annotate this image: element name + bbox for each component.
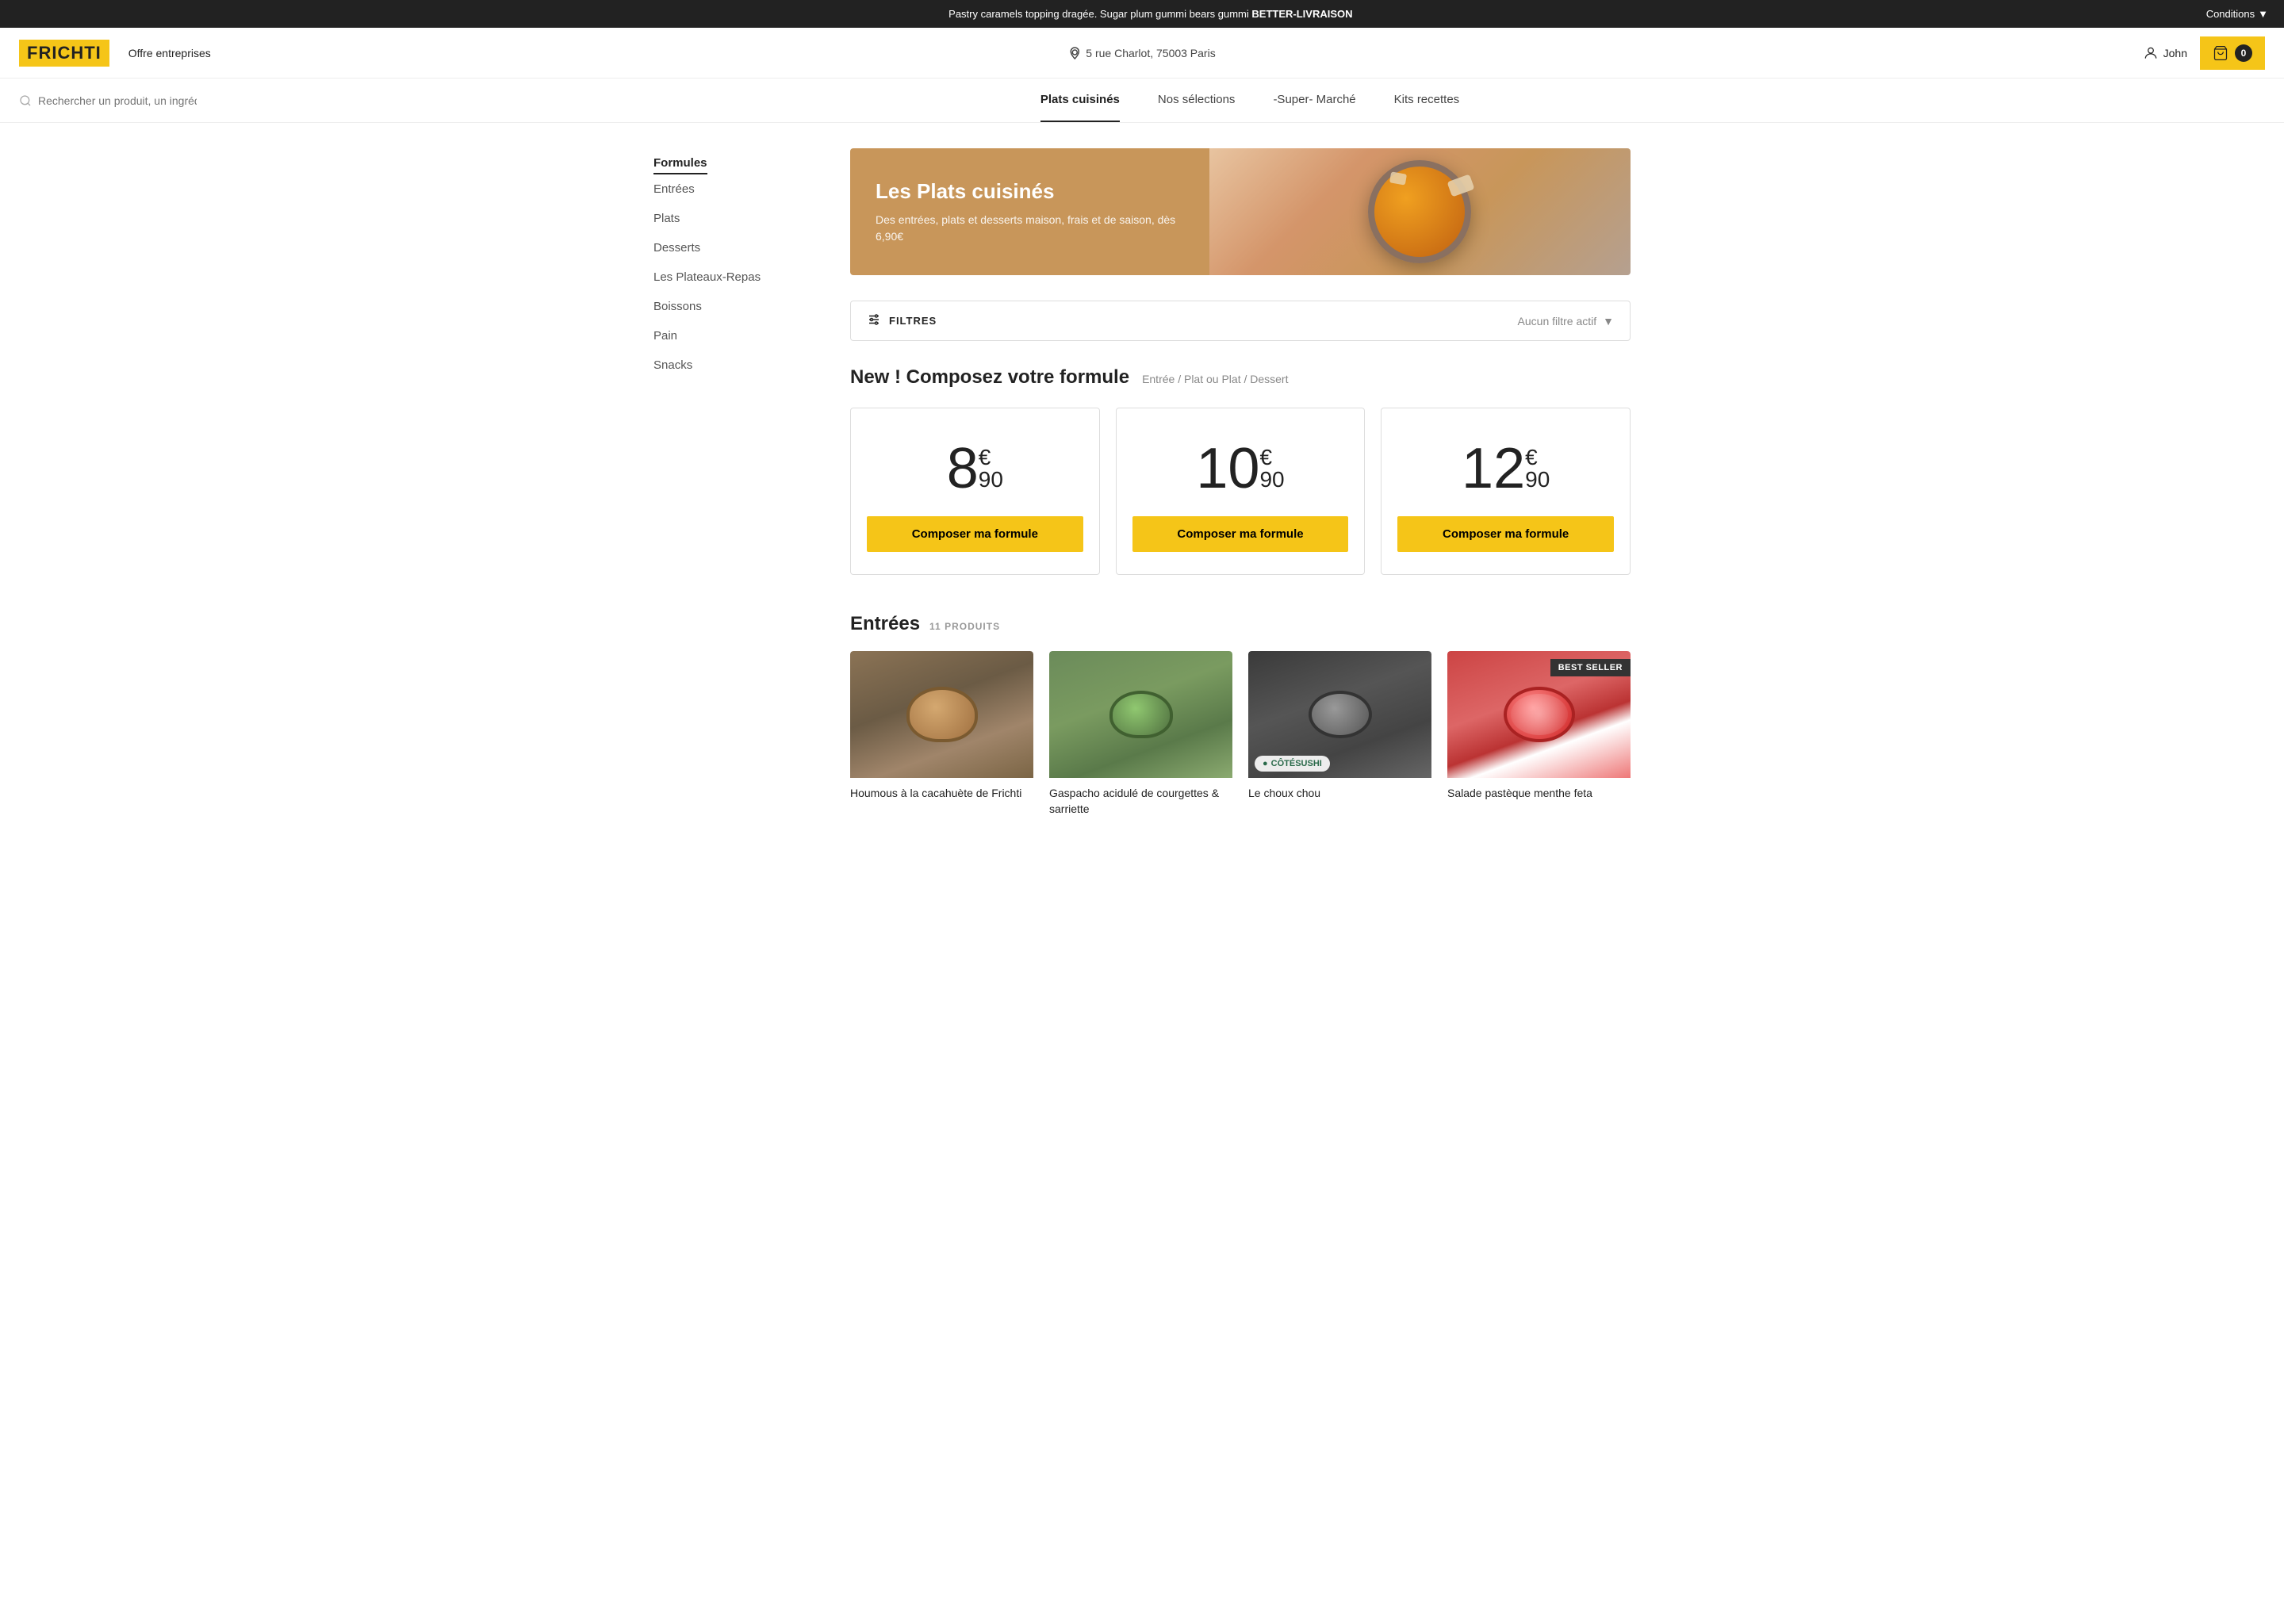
price-cents-3: 90	[1525, 469, 1550, 491]
user-menu[interactable]: John	[2143, 45, 2187, 61]
best-seller-badge-4: BEST SELLER	[1550, 659, 1631, 676]
price-sup-1: € 90	[979, 440, 1003, 491]
filters-label-area[interactable]: FILTRES	[867, 312, 937, 329]
banner-text: Pastry caramels topping dragée. Sugar pl…	[95, 8, 2206, 20]
nav-plats-cuisines[interactable]: Plats cuisinés	[1040, 79, 1120, 122]
address-text: 5 rue Charlot, 75003 Paris	[1086, 47, 1215, 59]
price-cents-1: 90	[979, 469, 1003, 491]
sidebar-item-desserts[interactable]: Desserts	[653, 233, 812, 262]
compose-button-3[interactable]: Composer ma formule	[1397, 516, 1614, 552]
price-cents-2: 90	[1259, 469, 1284, 491]
sidebar-item-plateaux-repas[interactable]: Les Plateaux-Repas	[653, 262, 812, 292]
header: FRICHTI Offre entreprises 5 rue Charlot,…	[0, 28, 2284, 79]
address-display[interactable]: 5 rue Charlot, 75003 Paris	[1068, 47, 1215, 59]
offre-entreprises[interactable]: Offre entreprises	[128, 47, 211, 59]
sidebar-item-pain[interactable]: Pain	[653, 321, 812, 350]
formule-subtitle: Entrée / Plat ou Plat / Dessert	[1142, 373, 1288, 385]
hero-description: Des entrées, plats et desserts maison, f…	[876, 212, 1184, 245]
cart-icon	[2213, 45, 2228, 61]
price-euro-1: €	[979, 446, 991, 469]
filters-active[interactable]: Aucun filtre actif ▼	[1518, 315, 1614, 327]
entrees-count: 11 PRODUITS	[929, 621, 1000, 632]
product-card-3[interactable]: ● CÔTÉSUSHI Le choux chou	[1248, 651, 1431, 820]
cart-count: 0	[2235, 44, 2252, 62]
formula-card-1[interactable]: 8 € 90 Composer ma formule	[850, 408, 1100, 575]
product-name-2: Gaspacho acidulé de courgettes & sarriet…	[1049, 778, 1232, 820]
price-euro-2: €	[1259, 446, 1272, 469]
price-main-2: 10	[1196, 440, 1259, 497]
product-image-2	[1049, 651, 1232, 778]
entrees-title: Entrées	[850, 613, 920, 635]
user-icon	[2143, 45, 2159, 61]
search-area[interactable]	[19, 94, 209, 107]
price-display-2: 10 € 90	[1196, 440, 1284, 497]
price-sup-3: € 90	[1525, 440, 1550, 491]
sidebar-item-plats[interactable]: Plats	[653, 204, 812, 233]
sidebar: Formules Entrées Plats Desserts Les Plat…	[653, 148, 812, 820]
price-main-3: 12	[1462, 440, 1525, 497]
price-display-3: 12 € 90	[1462, 440, 1550, 497]
compose-button-2[interactable]: Composer ma formule	[1132, 516, 1349, 552]
filter-icon	[867, 312, 881, 329]
logo[interactable]: FRICHTI	[19, 40, 109, 67]
nav-nos-selections[interactable]: Nos sélections	[1158, 79, 1236, 122]
product-card-2[interactable]: Gaspacho acidulé de courgettes & sarriet…	[1049, 651, 1232, 820]
nav-kits-recettes[interactable]: Kits recettes	[1394, 79, 1460, 122]
sidebar-item-boissons[interactable]: Boissons	[653, 292, 812, 321]
banner-message: Pastry caramels topping dragée. Sugar pl…	[948, 8, 1249, 20]
hero-title: Les Plats cuisinés	[876, 179, 1184, 204]
banner-highlight: BETTER-LIVRAISON	[1251, 8, 1352, 20]
formula-card-2[interactable]: 10 € 90 Composer ma formule	[1116, 408, 1366, 575]
location-icon	[1068, 47, 1081, 59]
search-input[interactable]	[38, 94, 197, 107]
product-card-4[interactable]: BEST SELLER Salade pastèque menthe feta	[1447, 651, 1631, 820]
header-right: John 0	[2143, 36, 2265, 70]
filters-bar[interactable]: FILTRES Aucun filtre actif ▼	[850, 301, 1631, 341]
conditions-button[interactable]: Conditions ▼	[2206, 8, 2268, 20]
main-layout: Formules Entrées Plats Desserts Les Plat…	[634, 123, 1650, 845]
product-name-4: Salade pastèque menthe feta	[1447, 778, 1631, 805]
price-main-1: 8	[947, 440, 979, 497]
brand-badge-3: ● CÔTÉSUSHI	[1255, 756, 1330, 772]
cart-button[interactable]: 0	[2200, 36, 2265, 70]
top-banner: Pastry caramels topping dragée. Sugar pl…	[0, 0, 2284, 28]
hero-image	[1209, 148, 1631, 275]
product-image-4: BEST SELLER	[1447, 651, 1631, 778]
sidebar-item-entrees[interactable]: Entrées	[653, 174, 812, 204]
nav-super-marche[interactable]: -Super- Marché	[1273, 79, 1355, 122]
price-sup-2: € 90	[1259, 440, 1284, 491]
chevron-down-icon: ▼	[1603, 315, 1614, 327]
formule-section-header: New ! Composez votre formule Entrée / Pl…	[850, 366, 1631, 389]
price-display-1: 8 € 90	[947, 440, 1003, 497]
formula-card-3[interactable]: 12 € 90 Composer ma formule	[1381, 408, 1631, 575]
product-name-1: Houmous à la cacahuète de Frichti	[850, 778, 1033, 805]
product-image-1	[850, 651, 1033, 778]
brand-icon: ●	[1263, 759, 1268, 768]
sidebar-item-snacks[interactable]: Snacks	[653, 350, 812, 380]
sidebar-item-formules[interactable]: Formules	[653, 148, 707, 174]
main-nav: Plats cuisinés Nos sélections -Super- Ma…	[0, 79, 2284, 123]
search-icon	[19, 94, 32, 107]
main-content: Les Plats cuisinés Des entrées, plats et…	[850, 148, 1631, 820]
nav-links: Plats cuisinés Nos sélections -Super- Ma…	[235, 79, 2265, 122]
conditions-label: Conditions	[2206, 8, 2255, 20]
user-name: John	[2163, 47, 2187, 59]
hero-banner: Les Plats cuisinés Des entrées, plats et…	[850, 148, 1631, 275]
product-card-1[interactable]: Houmous à la cacahuète de Frichti	[850, 651, 1033, 820]
chevron-down-icon: ▼	[2258, 8, 2268, 20]
product-image-3: ● CÔTÉSUSHI	[1248, 651, 1431, 778]
formule-title: New ! Composez votre formule	[850, 366, 1129, 389]
filters-active-label: Aucun filtre actif	[1518, 315, 1597, 327]
brand-name-3: CÔTÉSUSHI	[1271, 759, 1322, 768]
formula-cards: 8 € 90 Composer ma formule 10 € 90	[850, 408, 1631, 575]
hero-text: Les Plats cuisinés Des entrées, plats et…	[850, 148, 1209, 275]
product-name-3: Le choux chou	[1248, 778, 1431, 805]
product-grid: Houmous à la cacahuète de Frichti Gaspac…	[850, 651, 1631, 820]
compose-button-1[interactable]: Composer ma formule	[867, 516, 1083, 552]
hero-food-visual	[1209, 148, 1631, 275]
entrees-section-header: Entrées 11 PRODUITS	[850, 613, 1631, 635]
filters-label: FILTRES	[889, 315, 937, 327]
price-euro-3: €	[1525, 446, 1538, 469]
